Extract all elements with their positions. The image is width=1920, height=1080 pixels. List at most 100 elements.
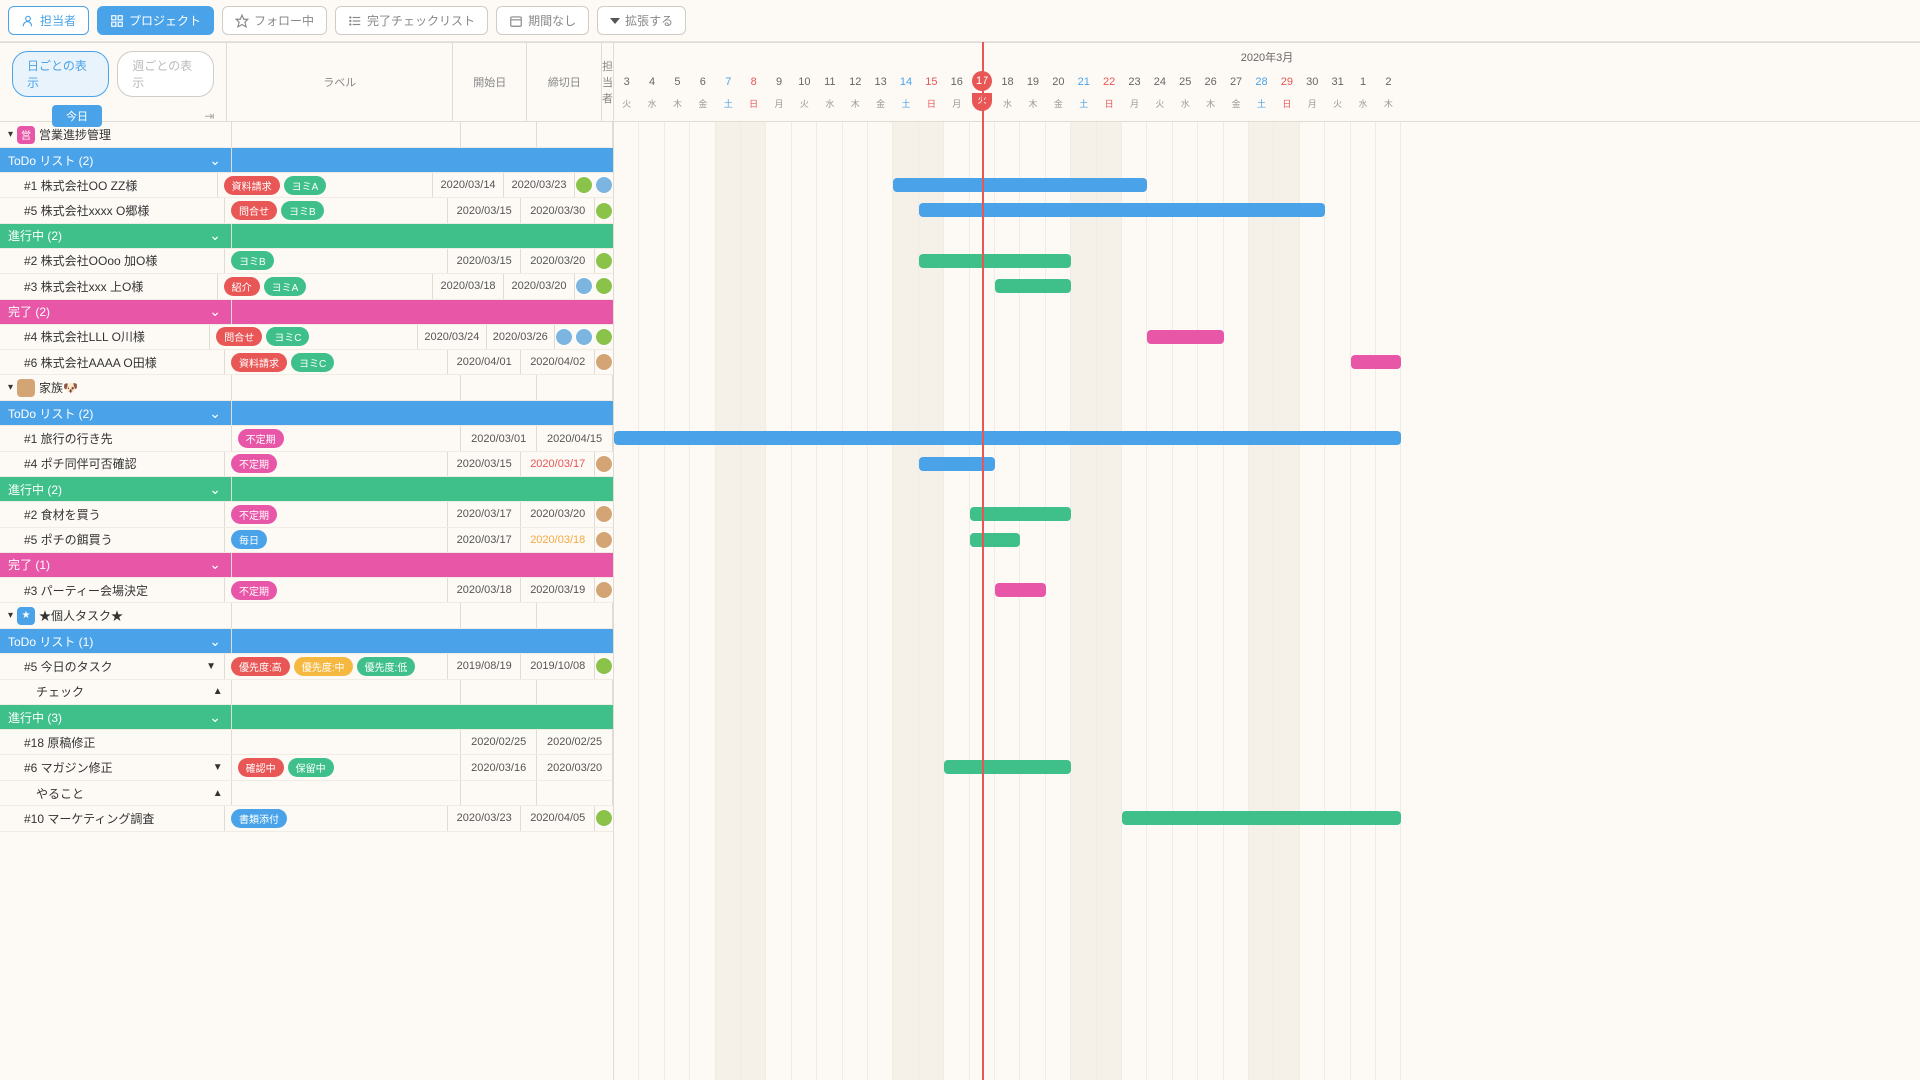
project-row[interactable]: ▾ ★ ★個人タスク★ [0,603,613,629]
task-row[interactable]: #18 原稿修正 2020/02/25 2020/02/25 [0,730,613,755]
task-row[interactable]: #6 株式会社AAAA O田様 資料請求ヨミC 2020/04/01 2020/… [0,350,613,375]
expand-down-icon[interactable]: ▼ [206,661,216,672]
caret-down-icon[interactable]: ▾ [8,610,13,621]
gantt-bar[interactable] [995,583,1046,597]
expand-button[interactable]: 拡張する [597,6,686,35]
day-column[interactable]: 4 水 [639,71,664,121]
day-column[interactable]: 28 土 [1249,71,1274,121]
chevron-down-icon[interactable]: ⌄ [209,709,221,726]
collapse-icon[interactable]: ⇥ [204,109,214,123]
gantt-bar[interactable] [944,760,1071,774]
gantt-bar[interactable] [893,178,1147,192]
day-column[interactable]: 25 水 [1173,71,1198,121]
day-column[interactable]: 2 木 [1376,71,1401,121]
task-row[interactable]: #2 食材を買う 不定期 2020/03/17 2020/03/20 [0,502,613,527]
gantt-bar[interactable] [919,254,1071,268]
day-column[interactable]: 27 金 [1223,71,1248,121]
task-row[interactable]: #3 パーティー会場決定 不定期 2020/03/18 2020/03/19 [0,578,613,603]
chevron-down-icon[interactable]: ⌄ [209,227,221,244]
day-column[interactable]: 12 木 [843,71,868,121]
gantt-bar[interactable] [970,507,1072,521]
day-column[interactable]: 23 月 [1122,71,1147,121]
task-row[interactable]: やること▲ [0,781,613,806]
project-row[interactable]: ▾ 営 営業進捗管理 [0,122,613,148]
day-of-week: 日 [1096,93,1121,115]
day-column[interactable]: 29 日 [1274,71,1299,121]
task-row[interactable]: #5 今日のタスク▼ 優先度:高優先度:中優先度:低 2019/08/19 20… [0,654,613,679]
day-column[interactable]: 9 月 [766,71,791,121]
section-header[interactable]: 進行中 (3) ⌄ [0,705,613,730]
chevron-down-icon[interactable]: ⌄ [209,152,221,169]
chevron-down-icon[interactable]: ⌄ [209,481,221,498]
task-name: #5 株式会社xxxx O郷様 [8,202,149,219]
day-column[interactable]: 18 水 [995,71,1020,121]
expand-up-icon[interactable]: ▲ [213,788,223,799]
day-column[interactable]: 1 水 [1350,71,1375,121]
checklist-button[interactable]: 完了チェックリスト [335,6,488,35]
day-number: 12 [843,71,868,93]
caret-down-icon[interactable]: ▾ [8,382,13,393]
section-header[interactable]: ToDo リスト (2) ⌄ [0,401,613,426]
section-header[interactable]: ToDo リスト (1) ⌄ [0,629,613,654]
chevron-down-icon[interactable]: ⌄ [209,405,221,422]
day-column[interactable]: 16 月 [944,71,969,121]
day-column[interactable]: 22 日 [1096,71,1121,121]
section-header[interactable]: 完了 (2) ⌄ [0,300,613,325]
expand-down-icon[interactable]: ▼ [213,762,223,773]
day-column[interactable]: 14 土 [893,71,918,121]
day-column[interactable]: 10 火 [792,71,817,121]
day-column[interactable]: 6 金 [690,71,715,121]
day-column[interactable]: 20 金 [1046,71,1071,121]
gantt-bar[interactable] [970,533,1021,547]
noperiod-button[interactable]: 期間なし [496,6,589,35]
gantt-bar[interactable] [919,203,1325,217]
task-row[interactable]: #4 ポチ同伴可否確認 不定期 2020/03/15 2020/03/17 [0,452,613,477]
day-of-week: 金 [690,93,715,115]
day-column[interactable]: 3 火 [614,71,639,121]
task-row[interactable]: #1 株式会社OO ZZ様 資料請求ヨミA 2020/03/14 2020/03… [0,173,613,198]
weekly-view-pill[interactable]: 週ごとの表示 [117,51,214,97]
gantt-bar[interactable] [1147,330,1223,344]
section-header[interactable]: 完了 (1) ⌄ [0,553,613,578]
project-button[interactable]: プロジェクト [97,6,214,35]
day-column[interactable]: 26 木 [1198,71,1223,121]
expand-up-icon[interactable]: ▲ [213,686,223,697]
assignee-button[interactable]: 担当者 [8,6,89,35]
task-row[interactable]: #5 ポチの餌買う 毎日 2020/03/17 2020/03/18 [0,528,613,553]
task-row[interactable]: #4 株式会社LLL O川様 問合せヨミC 2020/03/24 2020/03… [0,325,613,350]
gantt-bar[interactable] [995,279,1071,293]
chevron-down-icon[interactable]: ⌄ [209,556,221,573]
day-of-week: 木 [1198,93,1223,115]
day-column[interactable]: 24 火 [1147,71,1172,121]
chevron-down-icon[interactable]: ⌄ [209,633,221,650]
task-row[interactable]: #1 旅行の行き先 不定期 2020/03/01 2020/04/15 [0,426,613,451]
day-column[interactable]: 11 水 [817,71,842,121]
day-column[interactable]: 13 金 [868,71,893,121]
task-row[interactable]: #5 株式会社xxxx O郷様 問合せヨミB 2020/03/15 2020/0… [0,198,613,223]
day-column[interactable]: 19 木 [1020,71,1045,121]
day-column[interactable]: 21 土 [1071,71,1096,121]
task-row[interactable]: #6 マガジン修正▼ 確認中保留中 2020/03/16 2020/03/20 [0,755,613,780]
gantt-bar[interactable] [1122,811,1401,825]
section-header[interactable]: 進行中 (2) ⌄ [0,477,613,502]
caret-down-icon[interactable]: ▾ [8,129,13,140]
task-row[interactable]: チェック▲ [0,680,613,705]
day-column[interactable]: 30 月 [1300,71,1325,121]
project-row[interactable]: ▾ 家族🐶 [0,375,613,401]
task-row[interactable]: #3 株式会社xxx 上O様 紹介ヨミA 2020/03/18 2020/03/… [0,274,613,299]
daily-view-pill[interactable]: 日ごとの表示 [12,51,109,97]
following-button[interactable]: フォロー中 [222,6,327,35]
gantt-bar[interactable] [614,431,1401,445]
day-column[interactable]: 7 土 [716,71,741,121]
day-column[interactable]: 15 日 [919,71,944,121]
day-column[interactable]: 5 木 [665,71,690,121]
section-header[interactable]: 進行中 (2) ⌄ [0,224,613,249]
task-row[interactable]: #2 株式会社OOoo 加O様 ヨミB 2020/03/15 2020/03/2… [0,249,613,274]
end-date: 2020/03/26 [487,325,555,349]
chevron-down-icon[interactable]: ⌄ [209,303,221,320]
day-column[interactable]: 8 日 [741,71,766,121]
day-column[interactable]: 31 火 [1325,71,1350,121]
task-row[interactable]: #10 マーケティング調査 書類添付 2020/03/23 2020/04/05 [0,806,613,831]
section-header[interactable]: ToDo リスト (2) ⌄ [0,148,613,173]
gantt-bar[interactable] [1351,355,1402,369]
